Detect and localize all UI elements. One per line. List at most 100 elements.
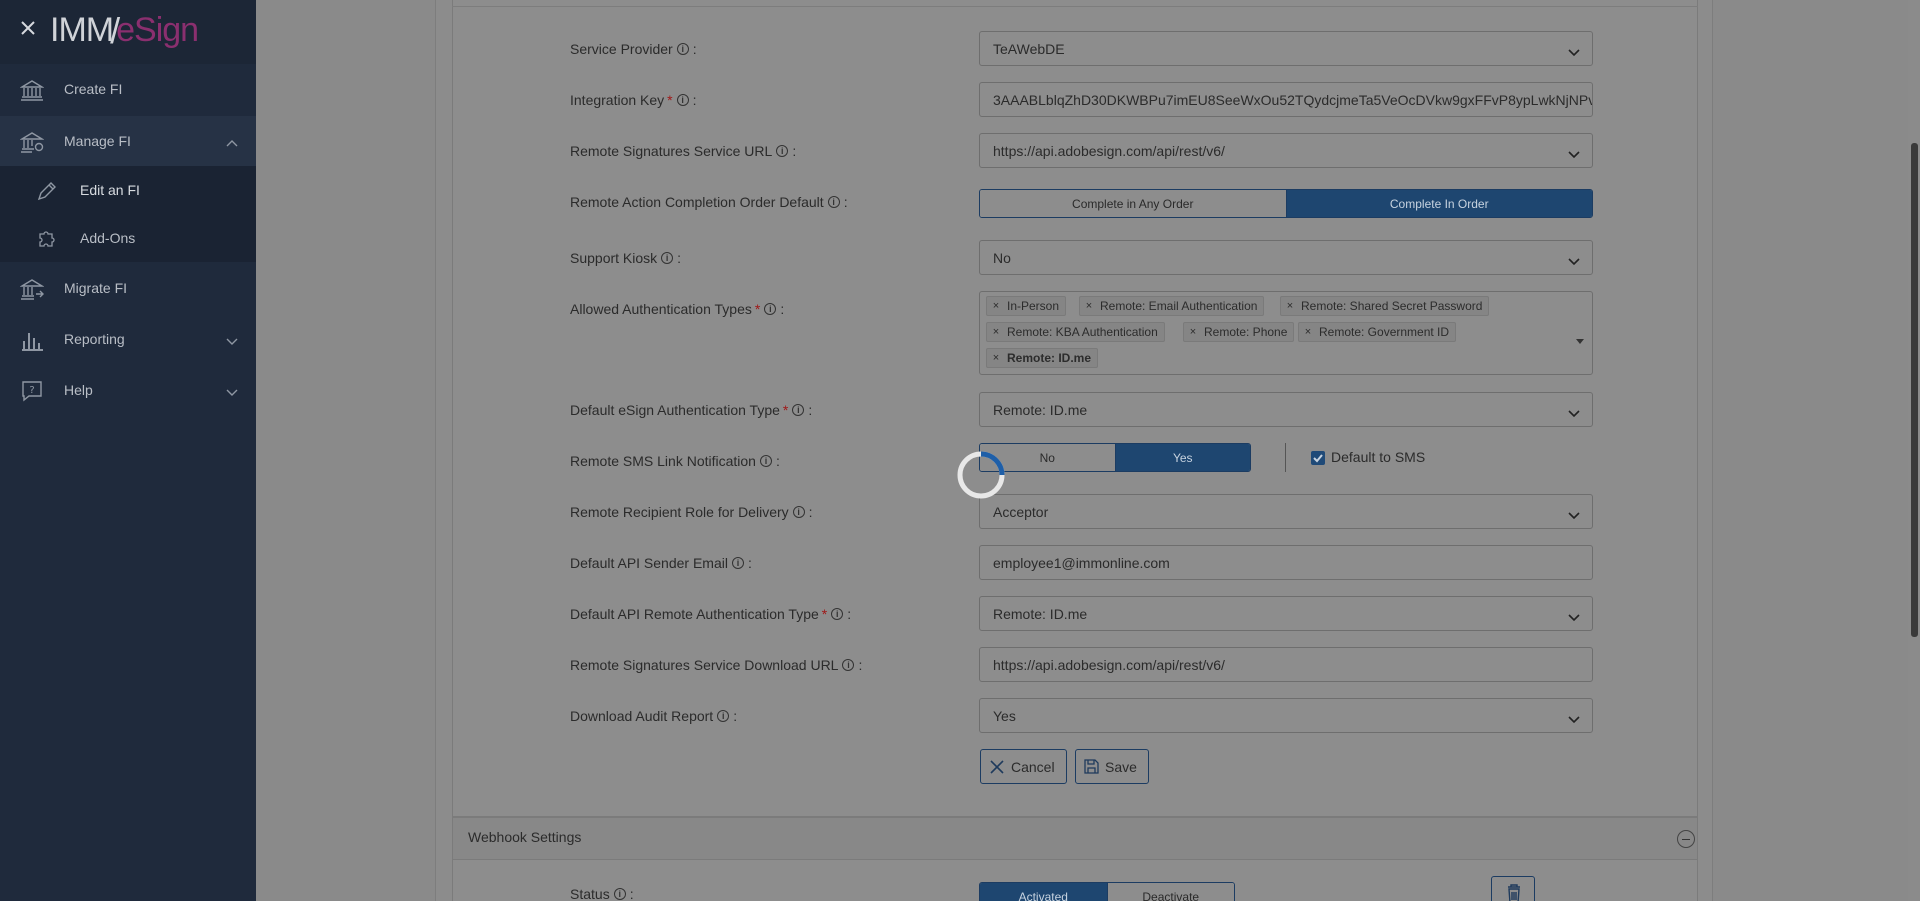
service-provider-select[interactable]: TeAWebDE	[979, 31, 1593, 66]
logo-text-esign: eSign	[116, 11, 199, 49]
chevron-down-icon	[1568, 253, 1580, 266]
sidebar-item-label: Manage FI	[64, 133, 131, 149]
info-icon[interactable]: i	[776, 145, 789, 157]
auth-types-label: Allowed Authentication Types * i:	[570, 301, 785, 317]
sidebar-item-migrate-fi[interactable]: Migrate FI	[0, 263, 256, 313]
info-icon[interactable]: i	[613, 888, 626, 900]
sidebar-subitem-edit-fi[interactable]: Edit an FI	[0, 166, 256, 214]
info-icon[interactable]: i	[676, 94, 689, 106]
chip-label: Remote: ID.me	[1007, 351, 1092, 365]
label-text: Default eSign Authentication Type	[570, 402, 780, 418]
deactivate-option[interactable]: Deactivate	[1106, 883, 1234, 901]
collapse-icon[interactable]	[1677, 830, 1695, 848]
activated-option[interactable]: Activated	[980, 883, 1107, 901]
chevron-down-icon	[1568, 711, 1580, 724]
remove-chip-icon[interactable]: ×	[1301, 326, 1315, 338]
label-text: Remote Action Completion Order Default	[570, 194, 824, 210]
service-url-label: Remote Signatures Service URL i:	[570, 143, 797, 159]
app-logo[interactable]: IMM/eSign	[50, 8, 199, 51]
info-icon[interactable]: i	[842, 659, 855, 671]
complete-in-order-option[interactable]: Complete In Order	[1285, 190, 1592, 217]
service-url-select[interactable]: https://api.adobesign.com/api/rest/v6/	[979, 133, 1593, 168]
recipient-role-label: Remote Recipient Role for Delivery i:	[570, 504, 813, 520]
download-url-input[interactable]: https://api.adobesign.com/api/rest/v6/	[979, 647, 1593, 682]
sidebar-subitem-add-ons[interactable]: Add-Ons	[0, 214, 256, 262]
remove-chip-icon[interactable]: ×	[1186, 326, 1200, 338]
sidebar-item-create-fi[interactable]: Create FI	[0, 64, 256, 114]
info-icon[interactable]: i	[792, 506, 805, 518]
info-icon[interactable]: i	[827, 196, 840, 208]
auth-chip: × In-Person	[986, 296, 1067, 316]
chip-label: Remote: KBA Authentication	[1007, 325, 1158, 339]
save-button[interactable]: Save	[1075, 749, 1149, 784]
label-text: Default API Remote Authentication Type	[570, 606, 819, 622]
chip-label: In-Person	[1007, 299, 1060, 313]
info-icon[interactable]: i	[731, 557, 744, 569]
default-to-sms-checkbox[interactable]	[1311, 451, 1325, 465]
chip-label: Remote: Government ID	[1319, 325, 1450, 339]
sidebar-item-help[interactable]: ? Help	[0, 365, 256, 415]
api-remote-auth-select[interactable]: Remote: ID.me	[979, 596, 1593, 631]
sidebar-item-reporting[interactable]: Reporting	[0, 314, 256, 364]
info-icon[interactable]: i	[717, 710, 730, 722]
label-text: Default API Sender Email	[570, 555, 728, 571]
trash-icon	[1508, 884, 1520, 901]
scrollbar-thumb[interactable]	[1911, 143, 1918, 637]
label-text: Allowed Authentication Types	[570, 301, 752, 317]
remove-chip-icon[interactable]: ×	[1283, 300, 1297, 312]
info-icon[interactable]: i	[661, 252, 674, 264]
caret-down-icon[interactable]	[1576, 332, 1584, 344]
default-auth-select[interactable]: Remote: ID.me	[979, 392, 1593, 427]
remove-chip-icon[interactable]: ×	[989, 326, 1003, 338]
integration-key-label: Integration Key * i:	[570, 92, 697, 108]
webhook-settings-header[interactable]	[452, 817, 1698, 860]
support-kiosk-label: Support Kiosk i:	[570, 250, 682, 266]
remove-chip-icon[interactable]: ×	[989, 352, 1003, 364]
close-icon[interactable]	[20, 20, 36, 36]
sender-email-input[interactable]: employee1@immonline.com	[979, 545, 1593, 580]
label-text: Remote Signatures Service URL	[570, 143, 773, 159]
select-value: TeAWebDE	[993, 40, 1065, 57]
label-text: Integration Key	[570, 92, 665, 108]
remove-chip-icon[interactable]: ×	[989, 300, 1003, 312]
floppy-disk-icon	[1084, 759, 1099, 774]
webhook-settings-title: Webhook Settings	[468, 829, 582, 845]
info-icon[interactable]: i	[792, 404, 805, 416]
integration-key-input[interactable]: 3AAABLblqZhD30DKWBPu7imEU8SeeWxOu52TQydc…	[979, 82, 1593, 117]
support-kiosk-select[interactable]: No	[979, 240, 1593, 275]
info-icon[interactable]: i	[764, 303, 777, 315]
complete-any-order-option[interactable]: Complete in Any Order	[980, 190, 1286, 217]
recipient-role-select[interactable]: Acceptor	[979, 494, 1593, 529]
info-icon[interactable]: i	[676, 43, 689, 55]
input-value: 3AAABLblqZhD30DKWBPu7imEU8SeeWxOu52TQydc…	[993, 91, 1593, 108]
remove-chip-icon[interactable]: ×	[1082, 300, 1096, 312]
info-icon[interactable]: i	[759, 455, 772, 467]
delete-button[interactable]	[1491, 876, 1535, 901]
chevron-down-icon	[1568, 609, 1580, 622]
chevron-down-icon	[1568, 146, 1580, 159]
logo-text-imm: IMM	[50, 11, 114, 49]
chip-label: Remote: Phone	[1204, 325, 1288, 339]
auth-chip: × Remote: KBA Authentication	[986, 322, 1165, 342]
auth-chip: × Remote: Phone	[1183, 322, 1295, 342]
default-to-sms-label[interactable]: Default to SMS	[1331, 449, 1425, 465]
sidebar-item-label: Reporting	[64, 331, 125, 347]
auth-types-multiselect[interactable]: × In-Person × Remote: Email Authentication…	[979, 291, 1593, 375]
sidebar: IMM/eSign Create FI Manage FI Edit an FI…	[0, 0, 256, 901]
logo-slash: /	[110, 10, 120, 51]
chip-label: Remote: Email Authentication	[1100, 299, 1258, 313]
sidebar-item-manage-fi[interactable]: Manage FI	[0, 116, 256, 166]
info-icon[interactable]: i	[831, 608, 844, 620]
input-value: https://api.adobesign.com/api/rest/v6/	[993, 656, 1225, 673]
completion-order-label: Remote Action Completion Order Default i…	[570, 194, 848, 210]
help-bubble-icon: ?	[20, 380, 44, 402]
cancel-button[interactable]: Cancel	[980, 749, 1067, 784]
chevron-down-icon	[1568, 405, 1580, 418]
chevron-up-icon	[226, 135, 238, 147]
bank-gear-icon	[19, 131, 45, 153]
sms-yes-option[interactable]: Yes	[1114, 444, 1250, 471]
audit-report-select[interactable]: Yes	[979, 698, 1593, 733]
select-value: https://api.adobesign.com/api/rest/v6/	[993, 142, 1225, 159]
sidebar-item-label: Migrate FI	[64, 280, 128, 296]
select-value: Acceptor	[993, 503, 1049, 520]
